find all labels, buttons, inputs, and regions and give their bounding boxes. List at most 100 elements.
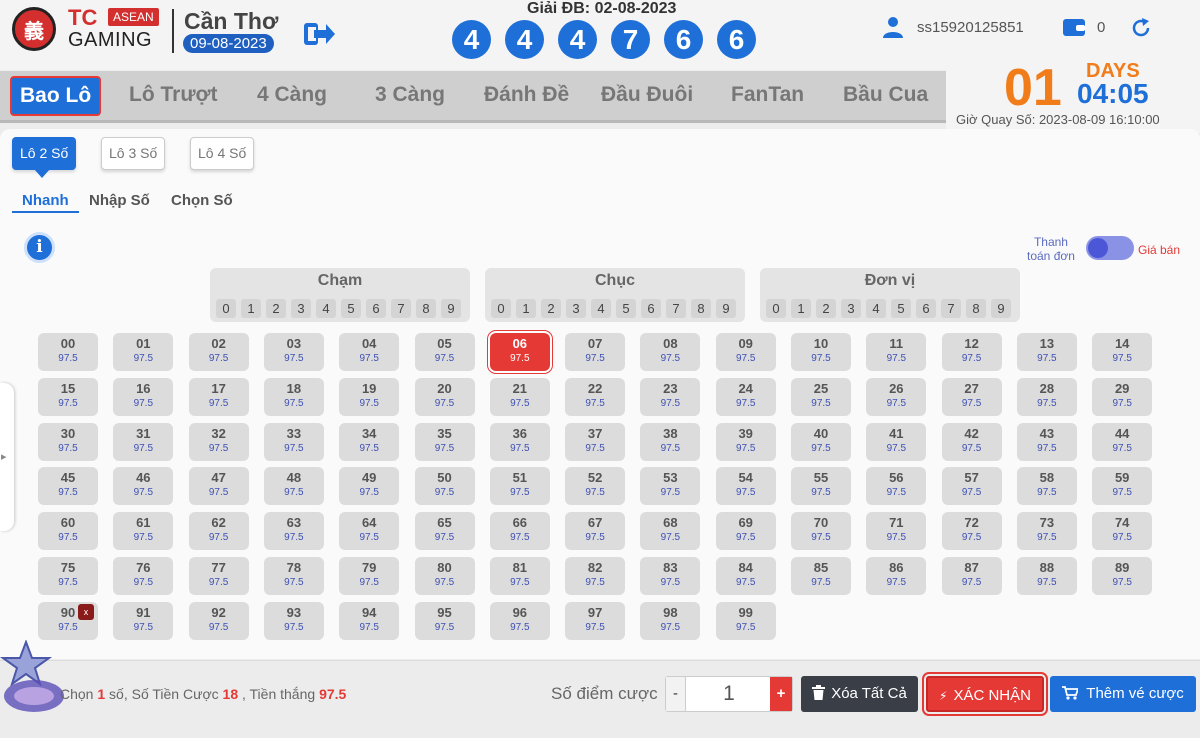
tab-dau-duoi[interactable]: Đầu Đuôi [601, 71, 693, 119]
number-cell-20[interactable]: 20 97.5 [414, 377, 475, 416]
number-cell-35[interactable]: 35 97.5 [414, 422, 475, 461]
number-cell-31[interactable]: 31 97.5 [113, 422, 174, 461]
number-cell-37[interactable]: 37 97.5 [565, 422, 626, 461]
number-cell-54[interactable]: 54 97.5 [715, 467, 776, 506]
wallet-icon[interactable] [1062, 17, 1086, 37]
number-cell-76[interactable]: 76 97.5 [113, 557, 174, 595]
number-cell-61[interactable]: 61 97.5 [113, 512, 174, 551]
number-cell-00[interactable]: 00 97.5 [38, 333, 98, 371]
number-cell-12[interactable]: 12 97.5 [941, 333, 1002, 371]
number-cell-92[interactable]: 92 97.5 [188, 601, 249, 640]
number-cell-93[interactable]: 93 97.5 [263, 601, 324, 640]
number-cell-32[interactable]: 32 97.5 [188, 422, 249, 461]
tab-lo-truot[interactable]: Lô Trượt [129, 71, 217, 119]
number-cell-78[interactable]: 78 97.5 [263, 557, 324, 595]
number-cell-22[interactable]: 22 97.5 [565, 377, 626, 416]
number-cell-28[interactable]: 28 97.5 [1016, 377, 1077, 416]
tab-danh-de[interactable]: Đánh Đề [484, 71, 569, 119]
tab-bao-lo[interactable]: Bao Lô [10, 76, 102, 116]
number-cell-63[interactable]: 63 97.5 [263, 512, 324, 551]
number-cell-09[interactable]: 09 97.5 [715, 333, 776, 371]
number-cell-45[interactable]: 45 97.5 [38, 467, 98, 506]
number-cell-27[interactable]: 27 97.5 [941, 377, 1002, 416]
number-cell-89[interactable]: 89 97.5 [1092, 557, 1153, 595]
number-cell-67[interactable]: 67 97.5 [565, 512, 626, 551]
filter-digit-0[interactable]: 0 [766, 299, 786, 318]
number-cell-14[interactable]: 14 97.5 [1092, 333, 1153, 371]
number-cell-40[interactable]: 40 97.5 [791, 422, 851, 461]
number-cell-26[interactable]: 26 97.5 [866, 377, 927, 416]
number-cell-77[interactable]: 77 97.5 [188, 557, 249, 595]
number-cell-41[interactable]: 41 97.5 [866, 422, 927, 461]
number-cell-86[interactable]: 86 97.5 [866, 557, 927, 595]
number-cell-79[interactable]: 79 97.5 [339, 557, 400, 595]
filter-digit-9[interactable]: 9 [716, 299, 736, 318]
number-cell-43[interactable]: 43 97.5 [1016, 422, 1077, 461]
filter-digit-7[interactable]: 7 [391, 299, 411, 318]
number-cell-23[interactable]: 23 97.5 [640, 377, 701, 416]
number-cell-81[interactable]: 81 97.5 [489, 557, 550, 595]
number-cell-62[interactable]: 62 97.5 [188, 512, 249, 551]
add-ticket-button[interactable]: Thêm vé cược [1050, 676, 1196, 712]
filter-digit-8[interactable]: 8 [416, 299, 436, 318]
number-cell-17[interactable]: 17 97.5 [188, 377, 249, 416]
filter-digit-0[interactable]: 0 [491, 299, 511, 318]
number-cell-95[interactable]: 95 97.5 [414, 601, 475, 640]
number-cell-68[interactable]: 68 97.5 [640, 512, 701, 551]
number-cell-16[interactable]: 16 97.5 [113, 377, 174, 416]
subtab-lo-4-so[interactable]: Lô 4 Số [190, 137, 255, 170]
filter-digit-5[interactable]: 5 [616, 299, 636, 318]
filter-digit-4[interactable]: 4 [316, 299, 336, 318]
filter-digit-8[interactable]: 8 [691, 299, 711, 318]
filter-digit-4[interactable]: 4 [866, 299, 886, 318]
number-cell-94[interactable]: 94 97.5 [339, 601, 400, 640]
number-cell-88[interactable]: 88 97.5 [1016, 557, 1077, 595]
tab-4-cang[interactable]: 4 Càng [257, 71, 327, 119]
points-input[interactable]: 1 [686, 677, 772, 711]
number-cell-91[interactable]: 91 97.5 [113, 601, 174, 640]
number-cell-05[interactable]: 05 97.5 [414, 333, 475, 371]
number-cell-82[interactable]: 82 97.5 [565, 557, 626, 595]
number-cell-04[interactable]: 04 97.5 [339, 333, 400, 371]
number-cell-65[interactable]: 65 97.5 [414, 512, 475, 551]
number-cell-74[interactable]: 74 97.5 [1092, 512, 1153, 551]
mode-nhanh[interactable]: Nhanh [12, 192, 79, 213]
user-icon[interactable] [882, 16, 904, 38]
tab-fantan[interactable]: FanTan [731, 71, 804, 119]
info-icon[interactable]: i [24, 232, 55, 263]
number-cell-42[interactable]: 42 97.5 [941, 422, 1002, 461]
number-cell-08[interactable]: 08 97.5 [640, 333, 701, 371]
number-cell-10[interactable]: 10 97.5 [791, 333, 851, 371]
clear-all-button[interactable]: Xóa Tất Cả [801, 676, 918, 712]
filter-digit-2[interactable]: 2 [541, 299, 561, 318]
number-cell-98[interactable]: 98 97.5 [640, 601, 701, 640]
filter-digit-3[interactable]: 3 [291, 299, 311, 318]
number-cell-03[interactable]: 03 97.5 [263, 333, 324, 371]
number-cell-57[interactable]: 57 97.5 [941, 467, 1002, 506]
number-cell-19[interactable]: 19 97.5 [339, 377, 400, 416]
number-cell-50[interactable]: 50 97.5 [414, 467, 475, 506]
subtab-lo-2-so[interactable]: Lô 2 Số [12, 137, 77, 170]
number-cell-99[interactable]: 99 97.5 [715, 601, 776, 640]
filter-digit-3[interactable]: 3 [566, 299, 586, 318]
number-cell-34[interactable]: 34 97.5 [339, 422, 400, 461]
number-cell-55[interactable]: 55 97.5 [791, 467, 851, 506]
number-cell-06[interactable]: 06 97.5 [489, 333, 550, 371]
payment-mode-toggle[interactable] [1086, 236, 1134, 260]
number-cell-46[interactable]: 46 97.5 [113, 467, 174, 506]
number-cell-11[interactable]: 11 97.5 [866, 333, 927, 371]
increment-button[interactable]: + [770, 677, 792, 711]
filter-digit-6[interactable]: 6 [641, 299, 661, 318]
number-cell-38[interactable]: 38 97.5 [640, 422, 701, 461]
number-cell-01[interactable]: 01 97.5 [113, 333, 174, 371]
number-cell-87[interactable]: 87 97.5 [941, 557, 1002, 595]
filter-digit-9[interactable]: 9 [441, 299, 461, 318]
filter-digit-4[interactable]: 4 [591, 299, 611, 318]
number-cell-24[interactable]: 24 97.5 [715, 377, 776, 416]
number-cell-25[interactable]: 25 97.5 [791, 377, 851, 416]
filter-digit-2[interactable]: 2 [266, 299, 286, 318]
number-cell-73[interactable]: 73 97.5 [1016, 512, 1077, 551]
chevron-right-icon[interactable]: ▸ [1, 450, 7, 463]
mode-nhap-so[interactable]: Nhập Số [89, 192, 150, 209]
number-cell-56[interactable]: 56 97.5 [866, 467, 927, 506]
